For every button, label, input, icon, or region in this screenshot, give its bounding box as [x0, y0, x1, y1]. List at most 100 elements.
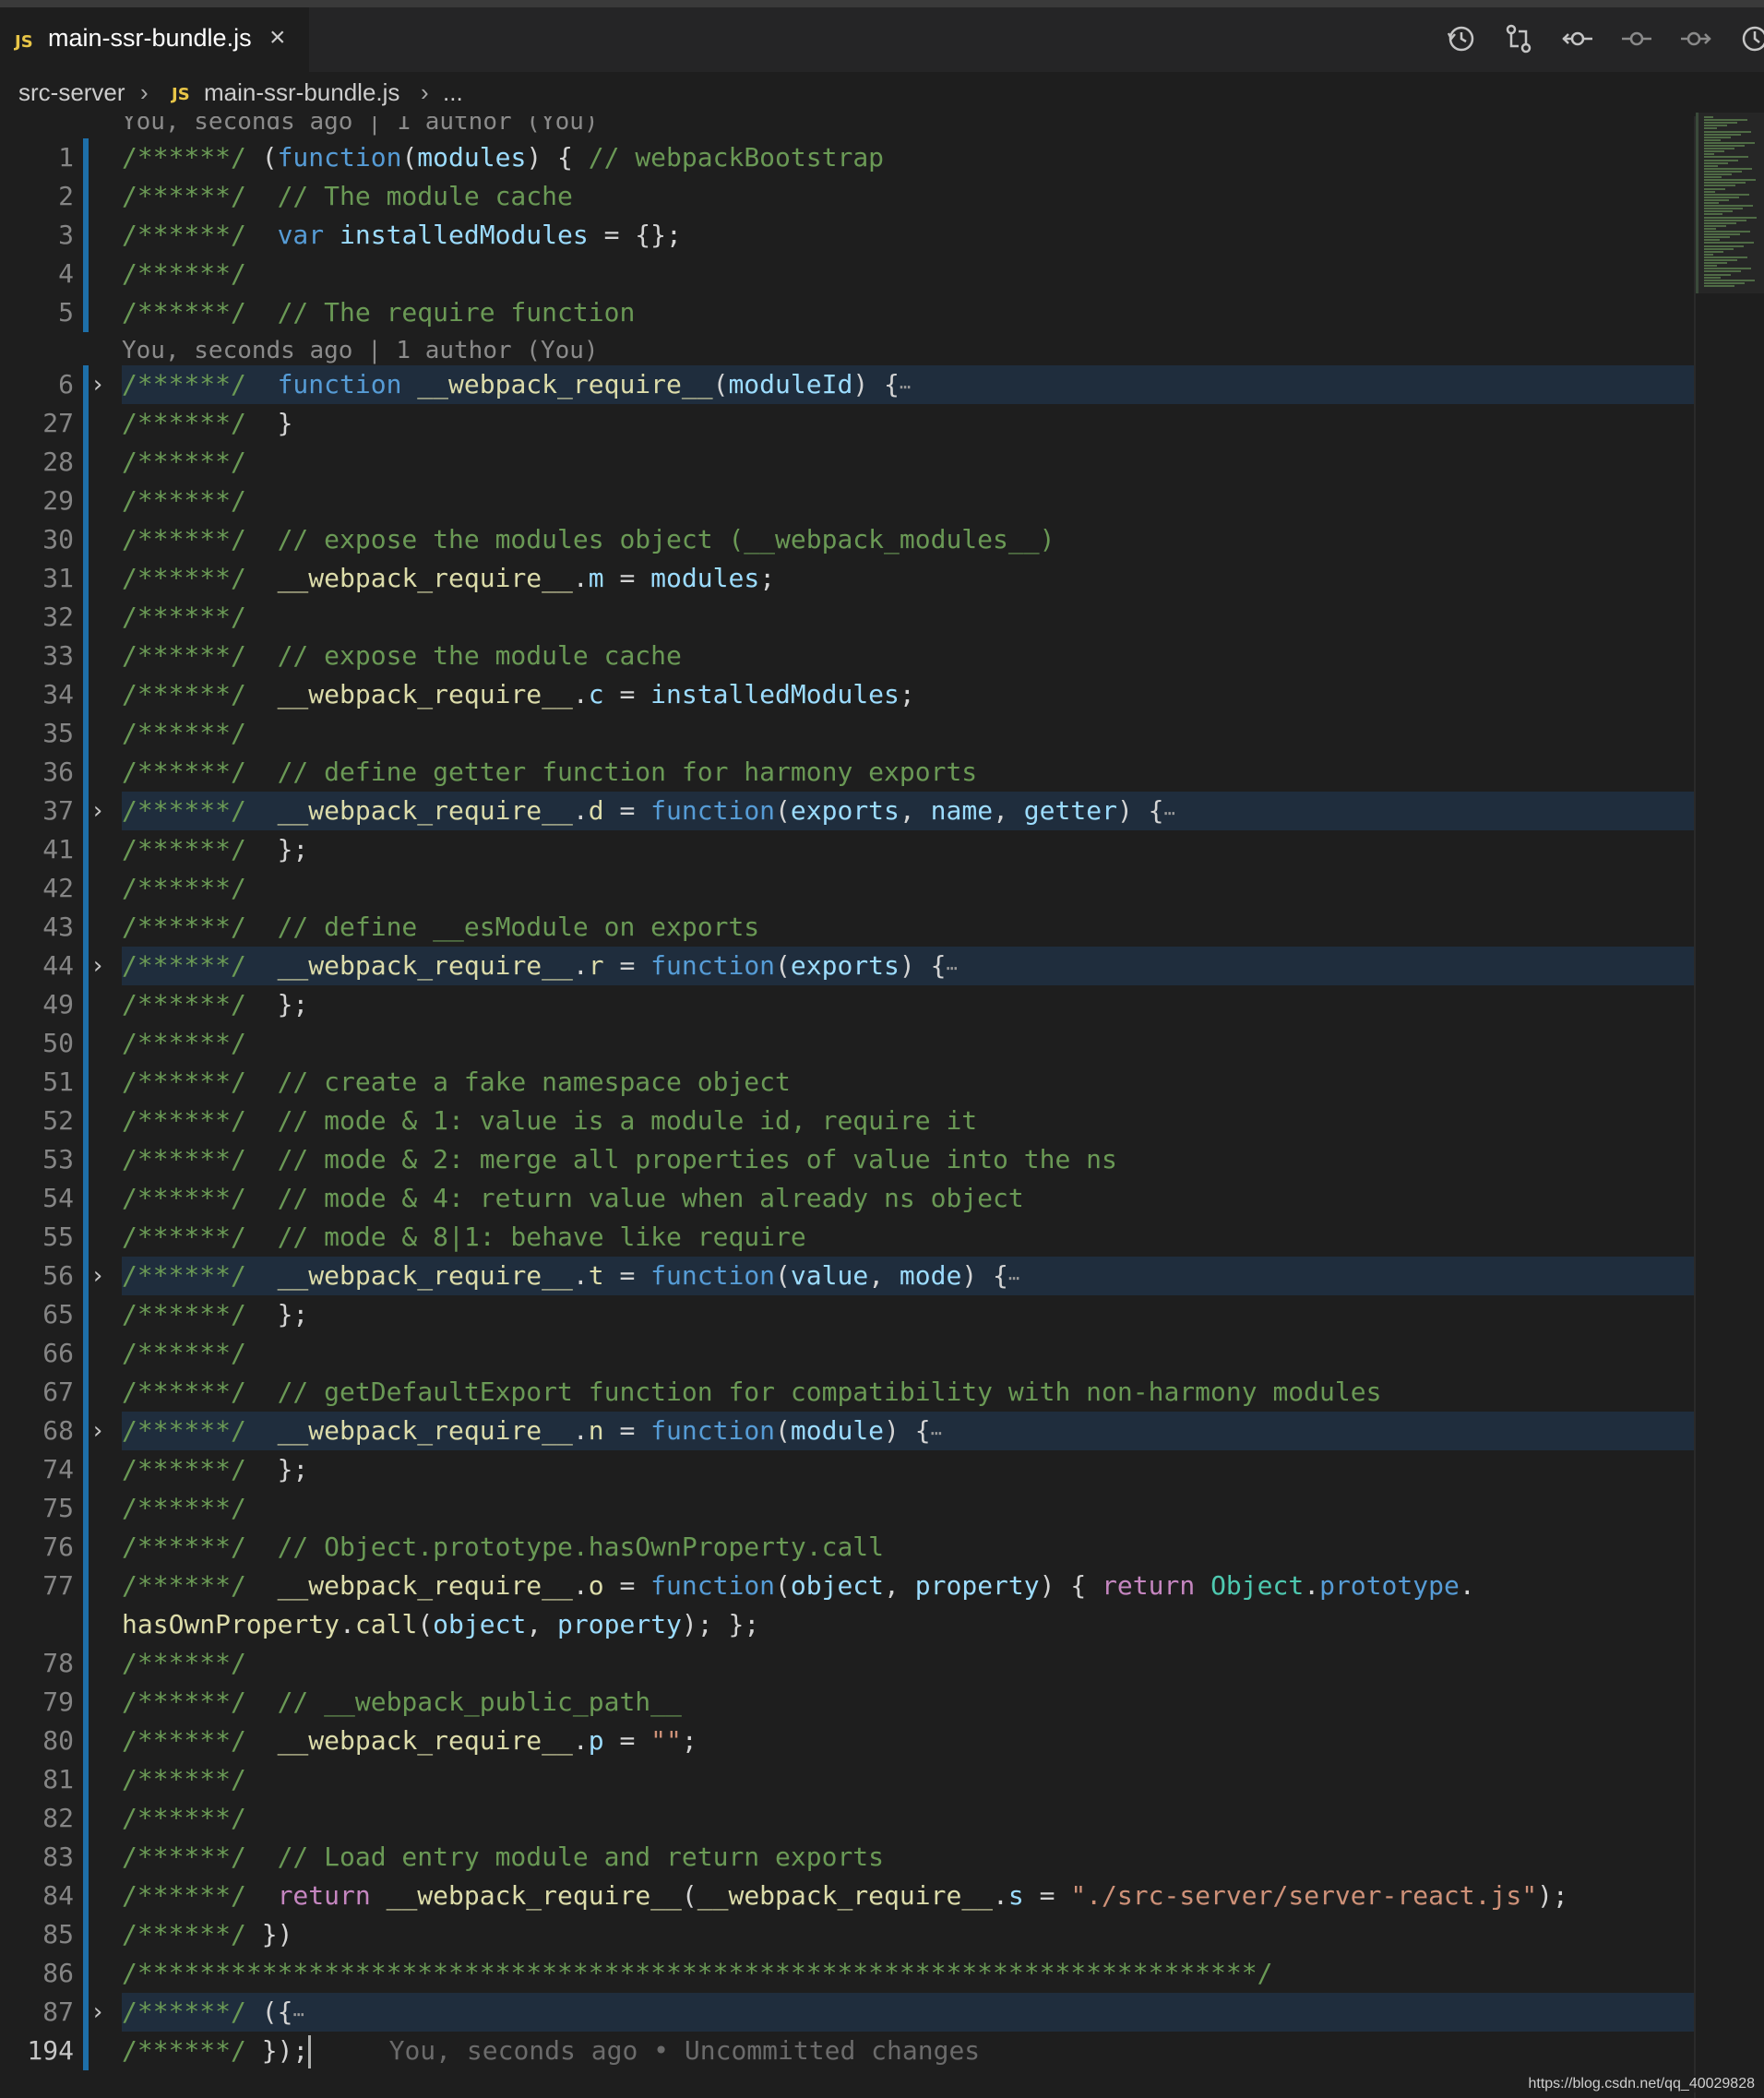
line-number[interactable]: 79 — [0, 1683, 74, 1722]
ellipsis-icon[interactable]: ⋯ — [900, 375, 911, 398]
line-number[interactable]: 36 — [0, 753, 74, 792]
code-line[interactable]: 44 › /******/ __webpack_require__.r = func… — [0, 947, 1698, 985]
line-number[interactable]: 51 — [0, 1063, 74, 1102]
git-change-indicator[interactable] — [83, 1877, 89, 1915]
code-line[interactable]: 1 /******/ (function(modules) { // webpac… — [0, 138, 1698, 177]
git-change-indicator[interactable] — [83, 255, 89, 293]
code-line[interactable]: 65 /******/ }; — [0, 1295, 1698, 1334]
code-line[interactable]: 50 /******/ — [0, 1024, 1698, 1063]
code-line[interactable]: 55 /******/ // mode & 8|1: behave like re… — [0, 1218, 1698, 1257]
line-number[interactable]: 3 — [0, 216, 74, 255]
code-line[interactable]: 76 /******/ // Object.prototype.hasOwnPro… — [0, 1528, 1698, 1567]
ellipsis-icon[interactable]: ⋯ — [931, 1422, 942, 1444]
ellipsis-icon[interactable]: ⋯ — [946, 957, 957, 979]
git-change-indicator[interactable] — [83, 753, 89, 792]
code-line[interactable]: 4 /******/ — [0, 255, 1698, 293]
git-change-indicator[interactable] — [83, 443, 89, 482]
code-line[interactable]: 41 /******/ }; — [0, 830, 1698, 869]
line-number[interactable]: 6 — [0, 365, 74, 404]
code-line[interactable]: 2 /******/ // The module cache — [0, 177, 1698, 216]
git-change-indicator[interactable] — [83, 637, 89, 675]
line-number[interactable]: 55 — [0, 1218, 74, 1257]
git-change-indicator[interactable] — [83, 1683, 89, 1722]
line-number[interactable]: 53 — [0, 1140, 74, 1179]
git-change-indicator[interactable] — [83, 1915, 89, 1954]
code-line[interactable]: 35 /******/ — [0, 714, 1698, 753]
code-line[interactable]: 6 › /******/ function __webpack_require__(… — [0, 365, 1698, 404]
git-change-indicator[interactable] — [83, 1605, 89, 1644]
line-number[interactable]: 50 — [0, 1024, 74, 1063]
code-line[interactable]: 5 /******/ // The require function — [0, 293, 1698, 332]
line-number[interactable]: 34 — [0, 675, 74, 714]
git-change-indicator[interactable] — [83, 1334, 89, 1373]
git-change-indicator[interactable] — [83, 792, 89, 830]
line-number[interactable]: 29 — [0, 482, 74, 520]
code-line[interactable]: 51 /******/ // create a fake namespace ob… — [0, 1063, 1698, 1102]
git-change-indicator[interactable] — [83, 1257, 89, 1295]
code-line[interactable]: 66 /******/ — [0, 1334, 1698, 1373]
scrollbar-track[interactable] — [1694, 116, 1696, 2098]
line-number[interactable]: 82 — [0, 1799, 74, 1838]
git-change-indicator[interactable] — [83, 1954, 89, 1993]
code-line[interactable]: 53 /******/ // mode & 2: merge all proper… — [0, 1140, 1698, 1179]
code-line[interactable]: 52 /******/ // mode & 1: value is a modul… — [0, 1102, 1698, 1140]
code-line[interactable]: 54 /******/ // mode & 4: return value whe… — [0, 1179, 1698, 1218]
code-line[interactable]: 56 › /******/ __webpack_require__.t = func… — [0, 1257, 1698, 1295]
breadcrumb-folder[interactable]: src-server — [18, 78, 125, 107]
ellipsis-icon[interactable]: ⋯ — [292, 2003, 304, 2025]
line-number[interactable]: 78 — [0, 1644, 74, 1683]
git-change-indicator[interactable] — [83, 908, 89, 947]
history-icon[interactable] — [1444, 22, 1477, 55]
git-change-indicator[interactable] — [83, 1993, 89, 2032]
git-change-indicator[interactable] — [83, 177, 89, 216]
line-number[interactable]: 52 — [0, 1102, 74, 1140]
git-change-indicator[interactable] — [83, 1722, 89, 1760]
fold-chevron-icon[interactable]: › — [90, 792, 113, 830]
timeline-icon[interactable] — [1738, 22, 1764, 55]
line-number[interactable]: 65 — [0, 1295, 74, 1334]
code-line[interactable]: 82 /******/ — [0, 1799, 1698, 1838]
compare-changes-icon[interactable] — [1502, 22, 1535, 55]
line-number[interactable]: 84 — [0, 1877, 74, 1915]
git-change-indicator[interactable] — [83, 869, 89, 908]
code-line[interactable]: 87 › /******/ ({⋯ — [0, 1993, 1698, 2032]
codelens-blame[interactable]: You, seconds ago | 1 author (You) — [122, 334, 599, 367]
previous-change-icon[interactable] — [1620, 22, 1653, 55]
line-number[interactable]: 56 — [0, 1257, 74, 1295]
ellipsis-icon[interactable]: ⋯ — [1008, 1267, 1019, 1289]
code-line[interactable]: 32 /******/ — [0, 598, 1698, 637]
code-line[interactable]: 79 /******/ // __webpack_public_path__ — [0, 1683, 1698, 1722]
line-number[interactable]: 37 — [0, 792, 74, 830]
line-number[interactable]: 68 — [0, 1412, 74, 1450]
code-line[interactable]: 194 /******/ }); You, seconds ago • Uncom… — [0, 2032, 1698, 2070]
git-change-indicator[interactable] — [83, 1528, 89, 1567]
next-change-icon[interactable] — [1679, 22, 1712, 55]
code-line[interactable]: 30 /******/ // expose the modules object … — [0, 520, 1698, 559]
code-line[interactable]: 85 /******/ }) — [0, 1915, 1698, 1954]
git-change-indicator[interactable] — [83, 1179, 89, 1218]
code-line[interactable]: 78 /******/ — [0, 1644, 1698, 1683]
code-line[interactable]: 83 /******/ // Load entry module and retu… — [0, 1838, 1698, 1877]
codelens-blame[interactable]: You, seconds ago | 1 author (You) — [122, 116, 599, 138]
code-line[interactable]: 43 /******/ // define __esModule on expor… — [0, 908, 1698, 947]
code-line[interactable]: 42 /******/ — [0, 869, 1698, 908]
fold-chevron-icon[interactable]: › — [90, 1993, 113, 2032]
line-number[interactable]: 28 — [0, 443, 74, 482]
git-change-indicator[interactable] — [83, 985, 89, 1024]
git-change-indicator[interactable] — [83, 1412, 89, 1450]
line-number[interactable]: 1 — [0, 138, 74, 177]
code-line[interactable]: 75 /******/ — [0, 1489, 1698, 1528]
code-line[interactable]: 77 /******/ __webpack_require__.o = funct… — [0, 1567, 1698, 1605]
line-number[interactable]: 87 — [0, 1993, 74, 2032]
fold-chevron-icon[interactable]: › — [90, 1412, 113, 1450]
line-number[interactable]: 74 — [0, 1450, 74, 1489]
git-change-indicator[interactable] — [83, 293, 89, 332]
git-change-indicator[interactable] — [83, 1799, 89, 1838]
git-change-indicator[interactable] — [83, 1373, 89, 1412]
code-line[interactable]: 36 /******/ // define getter function for… — [0, 753, 1698, 792]
breadcrumb-file[interactable]: main-ssr-bundle.js — [204, 78, 399, 107]
code-line[interactable]: 49 /******/ }; — [0, 985, 1698, 1024]
git-change-indicator[interactable] — [83, 1567, 89, 1605]
code-line[interactable]: 81 /******/ — [0, 1760, 1698, 1799]
code-line[interactable]: 3 /******/ var installedModules = {}; — [0, 216, 1698, 255]
